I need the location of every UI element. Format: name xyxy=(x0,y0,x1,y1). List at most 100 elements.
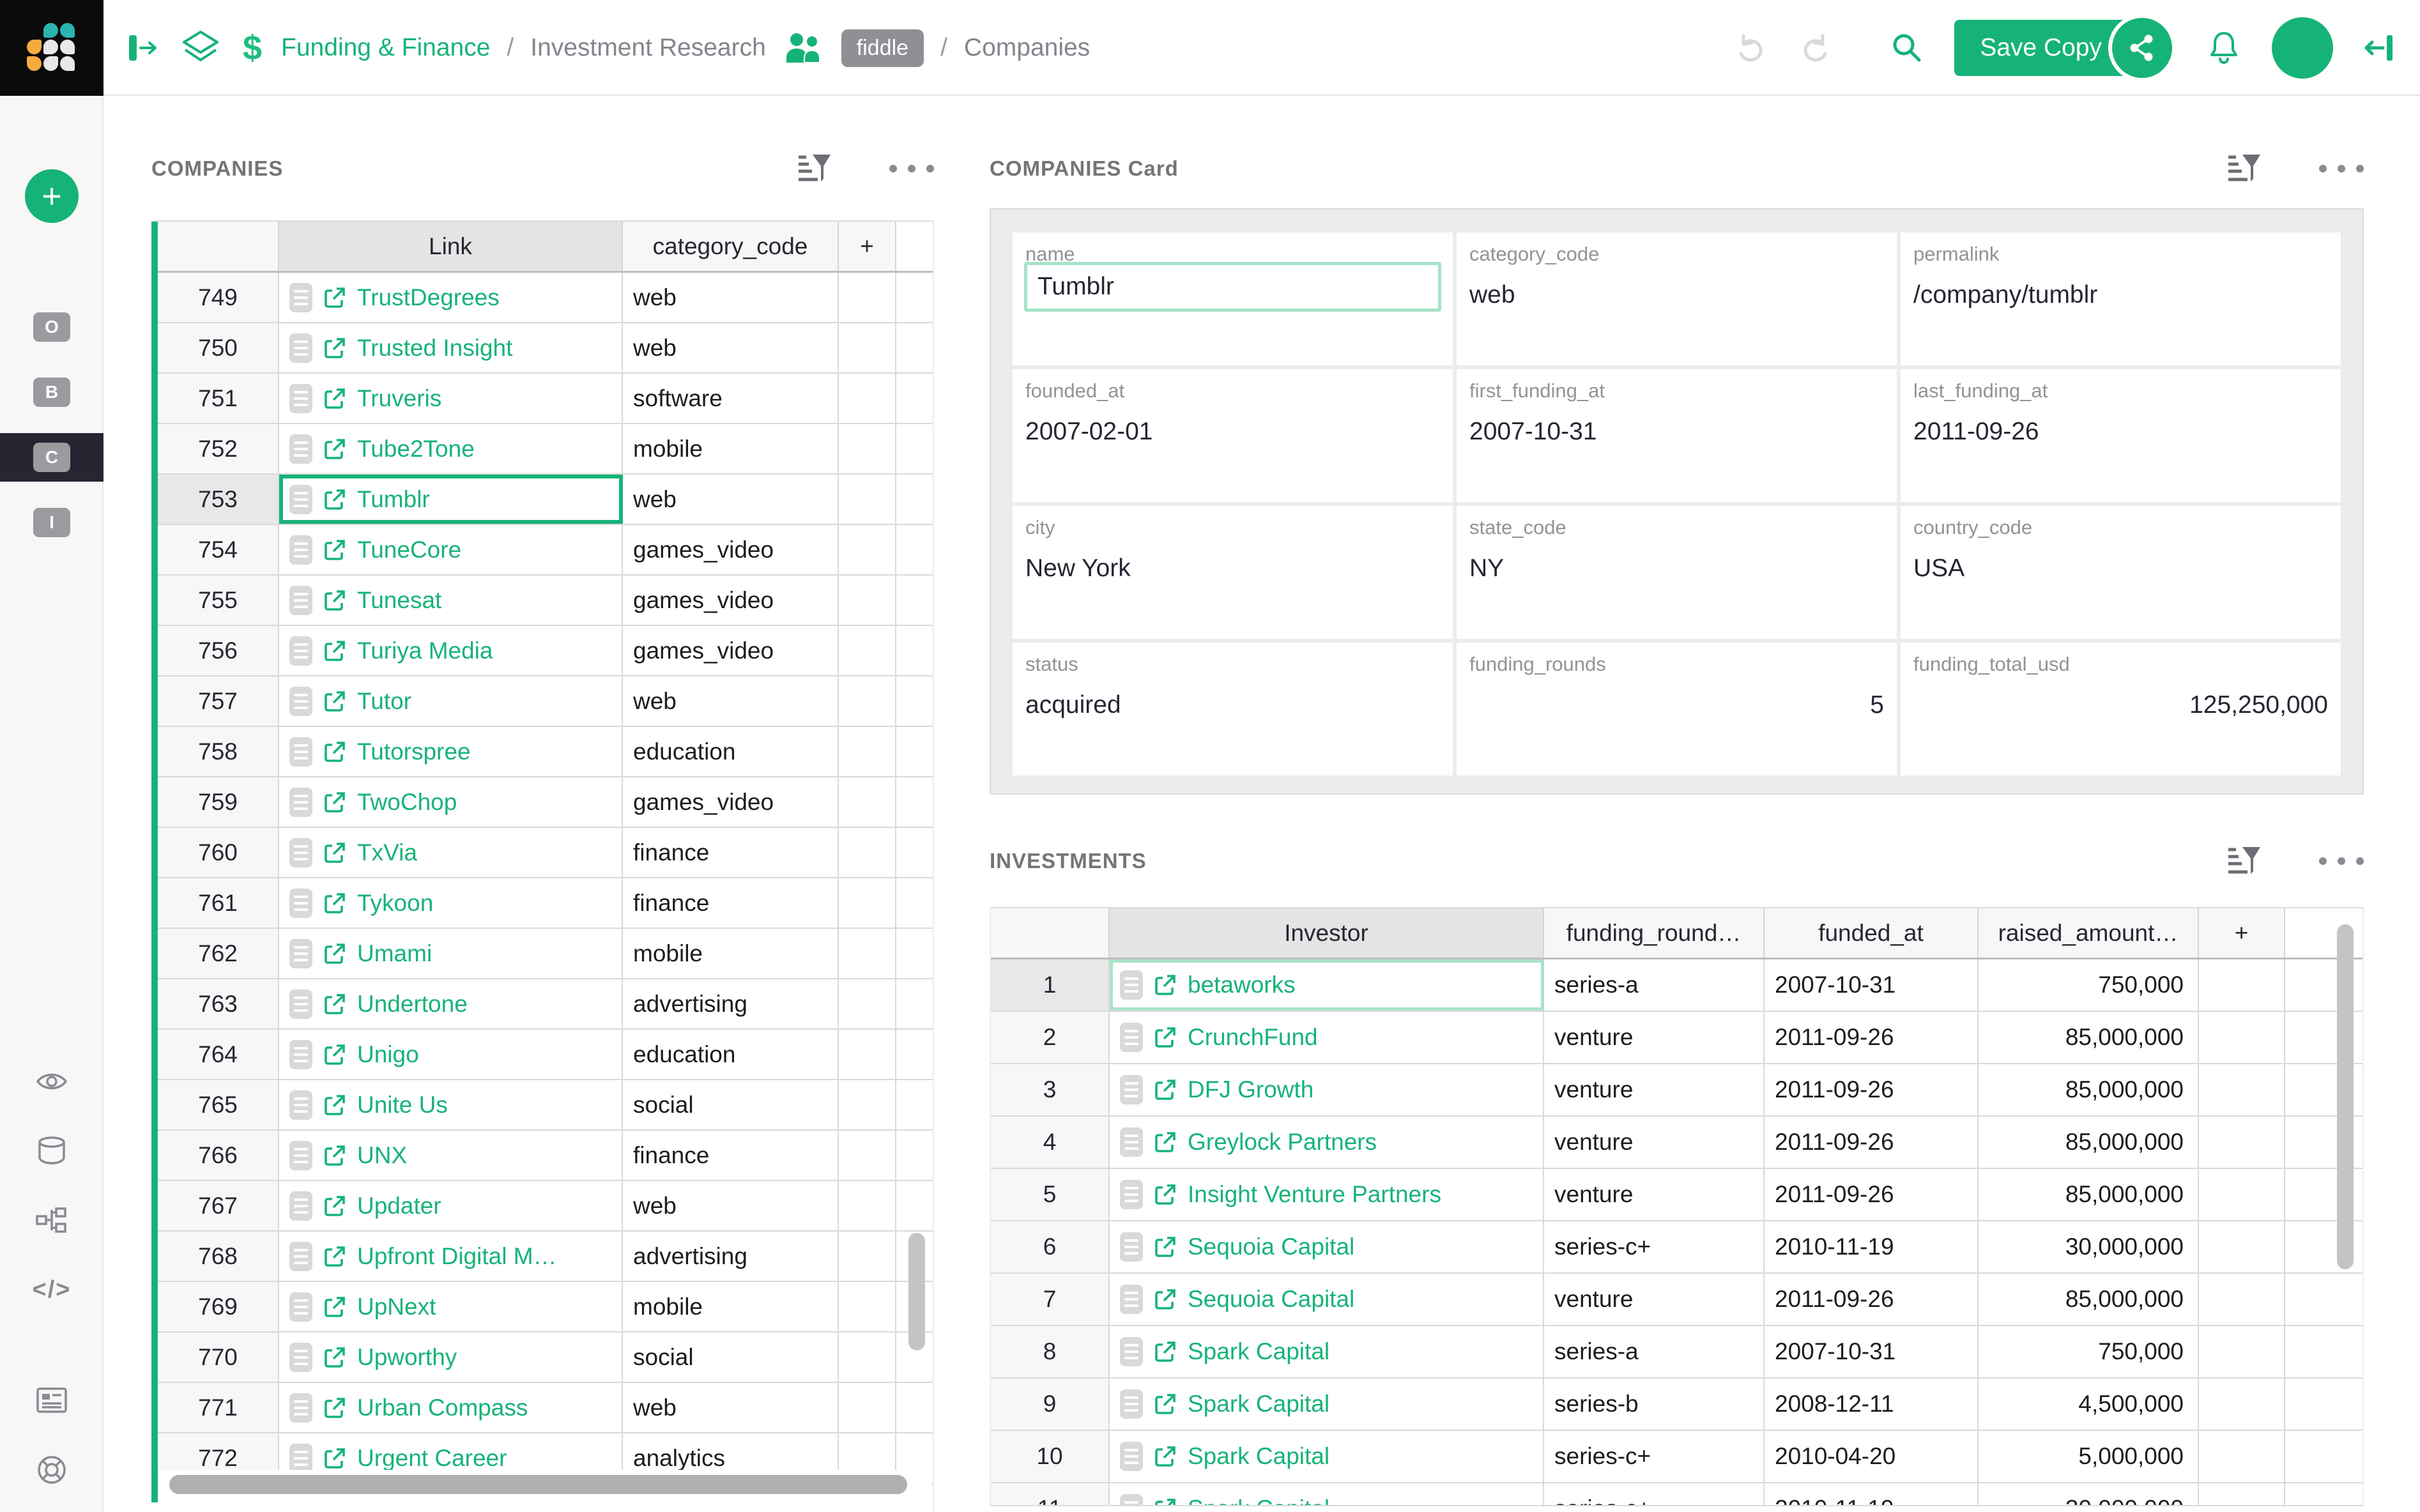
external-link-icon[interactable] xyxy=(1153,1078,1177,1102)
category-cell[interactable]: web xyxy=(623,1383,839,1432)
company-link[interactable]: Updater xyxy=(357,1193,441,1219)
drag-handle-icon[interactable] xyxy=(1120,1023,1143,1052)
investor-cell[interactable]: betaworks xyxy=(1110,959,1544,1011)
card-field-status[interactable]: status acquired xyxy=(1013,643,1453,775)
company-link[interactable]: Tutor xyxy=(357,688,411,715)
column-header-link[interactable]: Link xyxy=(279,222,623,271)
empty-add-cell[interactable] xyxy=(2199,1169,2285,1220)
category-cell[interactable]: finance xyxy=(623,828,839,877)
investor-cell[interactable]: Spark Capital xyxy=(1110,1378,1544,1430)
investor-link[interactable]: Sequoia Capital xyxy=(1188,1233,1354,1260)
column-header-funded-at[interactable]: funded_at xyxy=(1765,908,1979,958)
add-column-button[interactable]: + xyxy=(839,222,896,271)
drag-handle-icon[interactable] xyxy=(289,787,312,817)
row-number-cell[interactable]: 7 xyxy=(991,1274,1110,1325)
drag-handle-icon[interactable] xyxy=(289,737,312,767)
filter-icon[interactable] xyxy=(795,151,833,187)
investor-cell[interactable]: Insight Venture Partners xyxy=(1110,1169,1544,1220)
field-value[interactable]: web xyxy=(1469,281,1884,309)
card-field-founded_at[interactable]: founded_at 2007-02-01 xyxy=(1013,369,1453,502)
card-field-permalink[interactable]: permalink/company/tumblr xyxy=(1901,233,2341,365)
investments-vertical-scrollbar[interactable] xyxy=(2337,924,2354,1269)
external-link-icon[interactable] xyxy=(323,286,347,310)
drag-handle-icon[interactable] xyxy=(1120,1180,1143,1209)
funding-round-cell[interactable]: venture xyxy=(1544,1117,1765,1168)
drag-handle-icon[interactable] xyxy=(289,484,312,514)
external-link-icon[interactable] xyxy=(1153,1287,1177,1311)
tree-icon[interactable] xyxy=(0,1198,103,1242)
empty-add-cell[interactable] xyxy=(839,727,896,776)
drag-handle-icon[interactable] xyxy=(289,1292,312,1322)
link-cell[interactable]: Undertone xyxy=(279,979,623,1028)
field-value[interactable]: 5 xyxy=(1469,691,1884,719)
bell-icon[interactable] xyxy=(2204,28,2244,68)
empty-add-cell[interactable] xyxy=(839,1383,896,1432)
field-value-selected[interactable]: Tumblr xyxy=(1024,262,1441,312)
external-link-icon[interactable] xyxy=(323,942,347,966)
external-link-icon[interactable] xyxy=(323,1396,347,1420)
link-cell[interactable]: Turiya Media xyxy=(279,626,623,675)
field-value[interactable]: /company/tumblr xyxy=(1913,281,2328,309)
category-cell[interactable]: social xyxy=(623,1333,839,1382)
company-link[interactable]: Upfront Digital M… xyxy=(357,1243,557,1270)
empty-add-cell[interactable] xyxy=(839,273,896,322)
card-field-name[interactable]: name Tumblr xyxy=(1013,233,1453,365)
empty-add-cell[interactable] xyxy=(839,374,896,423)
investor-link[interactable]: Greylock Partners xyxy=(1188,1129,1377,1156)
drag-handle-icon[interactable] xyxy=(1120,1337,1143,1366)
drag-handle-icon[interactable] xyxy=(289,636,312,666)
field-value[interactable]: 2007-02-01 xyxy=(1025,418,1440,446)
category-cell[interactable]: mobile xyxy=(623,424,839,473)
row-number-cell[interactable]: 765 xyxy=(158,1080,279,1129)
link-cell[interactable]: Truveris xyxy=(279,374,623,423)
row-number-cell[interactable]: 766 xyxy=(158,1131,279,1180)
drag-handle-icon[interactable] xyxy=(289,989,312,1019)
empty-add-cell[interactable] xyxy=(839,929,896,978)
category-cell[interactable]: games_video xyxy=(623,525,839,574)
search-icon[interactable] xyxy=(1888,29,1926,67)
share-icon[interactable] xyxy=(2108,14,2176,82)
link-cell[interactable]: Unite Us xyxy=(279,1080,623,1129)
filter-icon[interactable] xyxy=(2225,843,2263,879)
column-header-category-code[interactable]: category_code xyxy=(623,222,839,271)
link-cell[interactable]: Tutor xyxy=(279,676,623,726)
category-cell[interactable]: education xyxy=(623,1030,839,1079)
funded-at-cell[interactable]: 2007-10-31 xyxy=(1765,959,1979,1011)
link-cell[interactable]: Tykoon xyxy=(279,878,623,928)
drag-handle-icon[interactable] xyxy=(289,1140,312,1170)
category-cell[interactable]: games_video xyxy=(623,777,839,827)
add-column-button[interactable]: + xyxy=(2199,908,2285,958)
link-cell[interactable]: Umami xyxy=(279,929,623,978)
drag-handle-icon[interactable] xyxy=(1120,1389,1143,1419)
layers-icon[interactable] xyxy=(178,28,224,68)
external-link-icon[interactable] xyxy=(323,386,347,411)
empty-add-cell[interactable] xyxy=(839,1131,896,1180)
row-number-cell[interactable]: 752 xyxy=(158,424,279,473)
company-link[interactable]: Upworthy xyxy=(357,1344,457,1371)
company-link[interactable]: Unigo xyxy=(357,1041,419,1068)
page-tab-i[interactable]: I xyxy=(0,498,103,547)
category-cell[interactable]: web xyxy=(623,475,839,524)
widget-menu-icon[interactable] xyxy=(2319,857,2364,865)
external-link-icon[interactable] xyxy=(323,1143,347,1168)
external-link-icon[interactable] xyxy=(323,588,347,613)
expand-panel-icon[interactable] xyxy=(125,30,161,66)
column-header-investor[interactable]: Investor xyxy=(1110,908,1544,958)
funding-round-cell[interactable]: series-c+ xyxy=(1544,1221,1765,1272)
funded-at-cell[interactable]: 2008-12-11 xyxy=(1765,1378,1979,1430)
external-link-icon[interactable] xyxy=(1153,1392,1177,1416)
row-number-cell[interactable]: 750 xyxy=(158,323,279,372)
investor-cell[interactable]: Sequoia Capital xyxy=(1110,1221,1544,1272)
empty-add-cell[interactable] xyxy=(2199,1064,2285,1115)
collapse-right-panel-icon[interactable] xyxy=(2361,30,2397,66)
link-cell[interactable]: Trusted Insight xyxy=(279,323,623,372)
drag-handle-icon[interactable] xyxy=(1120,1127,1143,1157)
external-link-icon[interactable] xyxy=(323,538,347,562)
external-link-icon[interactable] xyxy=(323,790,347,814)
empty-add-cell[interactable] xyxy=(2199,1274,2285,1325)
undo-icon[interactable] xyxy=(1732,29,1769,66)
companies-vertical-scrollbar[interactable] xyxy=(908,1233,925,1350)
field-value[interactable]: New York xyxy=(1025,554,1440,583)
raised-amount-cell[interactable]: 5,000,000 xyxy=(1979,1431,2199,1482)
empty-add-cell[interactable] xyxy=(839,828,896,877)
